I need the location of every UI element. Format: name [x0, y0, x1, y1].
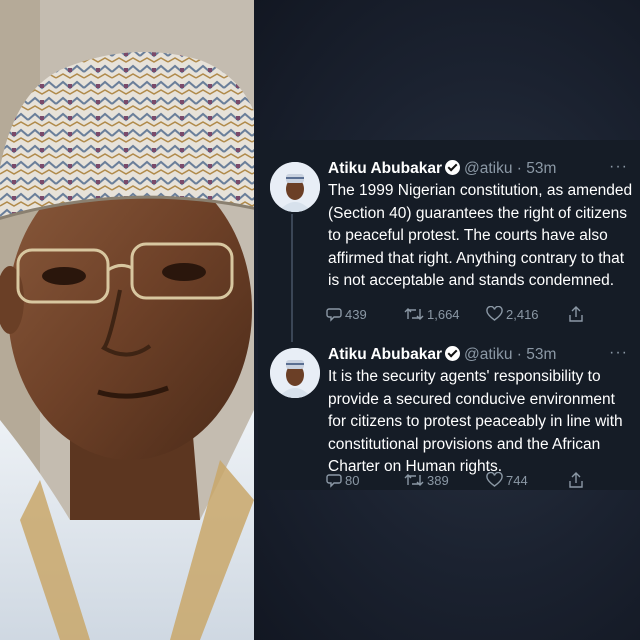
retweet-count: 1,664	[427, 306, 460, 322]
avatar[interactable]	[270, 162, 320, 212]
reply-button[interactable]: 80	[326, 472, 359, 488]
verified-badge-icon	[444, 160, 460, 175]
like-icon	[486, 306, 503, 321]
author-name[interactable]: Atiku Abubakar	[328, 346, 442, 363]
tweet-header: Atiku Abubakar @atiku · 53m	[328, 346, 556, 364]
retweet-button[interactable]: 1,664	[404, 306, 460, 322]
reply-button[interactable]: 439	[326, 306, 367, 322]
separator-dot: ·	[516, 160, 522, 177]
author-handle[interactable]: @atiku	[464, 160, 512, 177]
more-options-icon[interactable]: ···	[609, 158, 628, 176]
tweet-text: The 1999 Nigerian constitution, as amend…	[328, 182, 633, 290]
more-options-icon[interactable]: ···	[609, 344, 628, 362]
like-count: 744	[506, 472, 528, 488]
avatar[interactable]	[270, 348, 320, 398]
tweet-header: Atiku Abubakar @atiku · 53m	[328, 160, 556, 178]
tweet-item[interactable]: Atiku Abubakar @atiku · 53m ··· It is the…	[264, 344, 636, 494]
share-button[interactable]	[568, 306, 584, 323]
separator-dot: ·	[516, 346, 522, 363]
verified-badge-icon	[444, 346, 460, 361]
like-button[interactable]: 2,416	[486, 306, 539, 322]
retweet-button[interactable]: 389	[404, 472, 449, 488]
like-count: 2,416	[506, 306, 539, 322]
like-button[interactable]: 744	[486, 472, 528, 488]
retweet-icon	[404, 308, 424, 320]
tweet-text: It is the security agents' responsibilit…	[328, 368, 623, 476]
tweet-actions: 439 1,664 2,416	[326, 306, 626, 326]
share-icon	[569, 306, 583, 322]
tweet-item[interactable]: Atiku Abubakar @atiku · 53m ··· The 1999 …	[264, 158, 636, 330]
portrait-photo	[0, 0, 254, 640]
share-icon	[569, 472, 583, 488]
timestamp[interactable]: 53m	[526, 160, 556, 177]
reply-icon	[326, 474, 342, 488]
reply-count: 80	[345, 472, 360, 488]
like-icon	[486, 472, 503, 487]
author-handle[interactable]: @atiku	[464, 346, 512, 363]
author-name[interactable]: Atiku Abubakar	[328, 160, 442, 177]
timestamp[interactable]: 53m	[526, 346, 556, 363]
tweet-actions: 80 389 744	[326, 472, 626, 492]
share-button[interactable]	[568, 472, 584, 489]
retweet-count: 389	[427, 472, 449, 488]
retweet-icon	[404, 474, 424, 486]
reply-icon	[326, 308, 342, 322]
reply-count: 439	[345, 306, 367, 322]
